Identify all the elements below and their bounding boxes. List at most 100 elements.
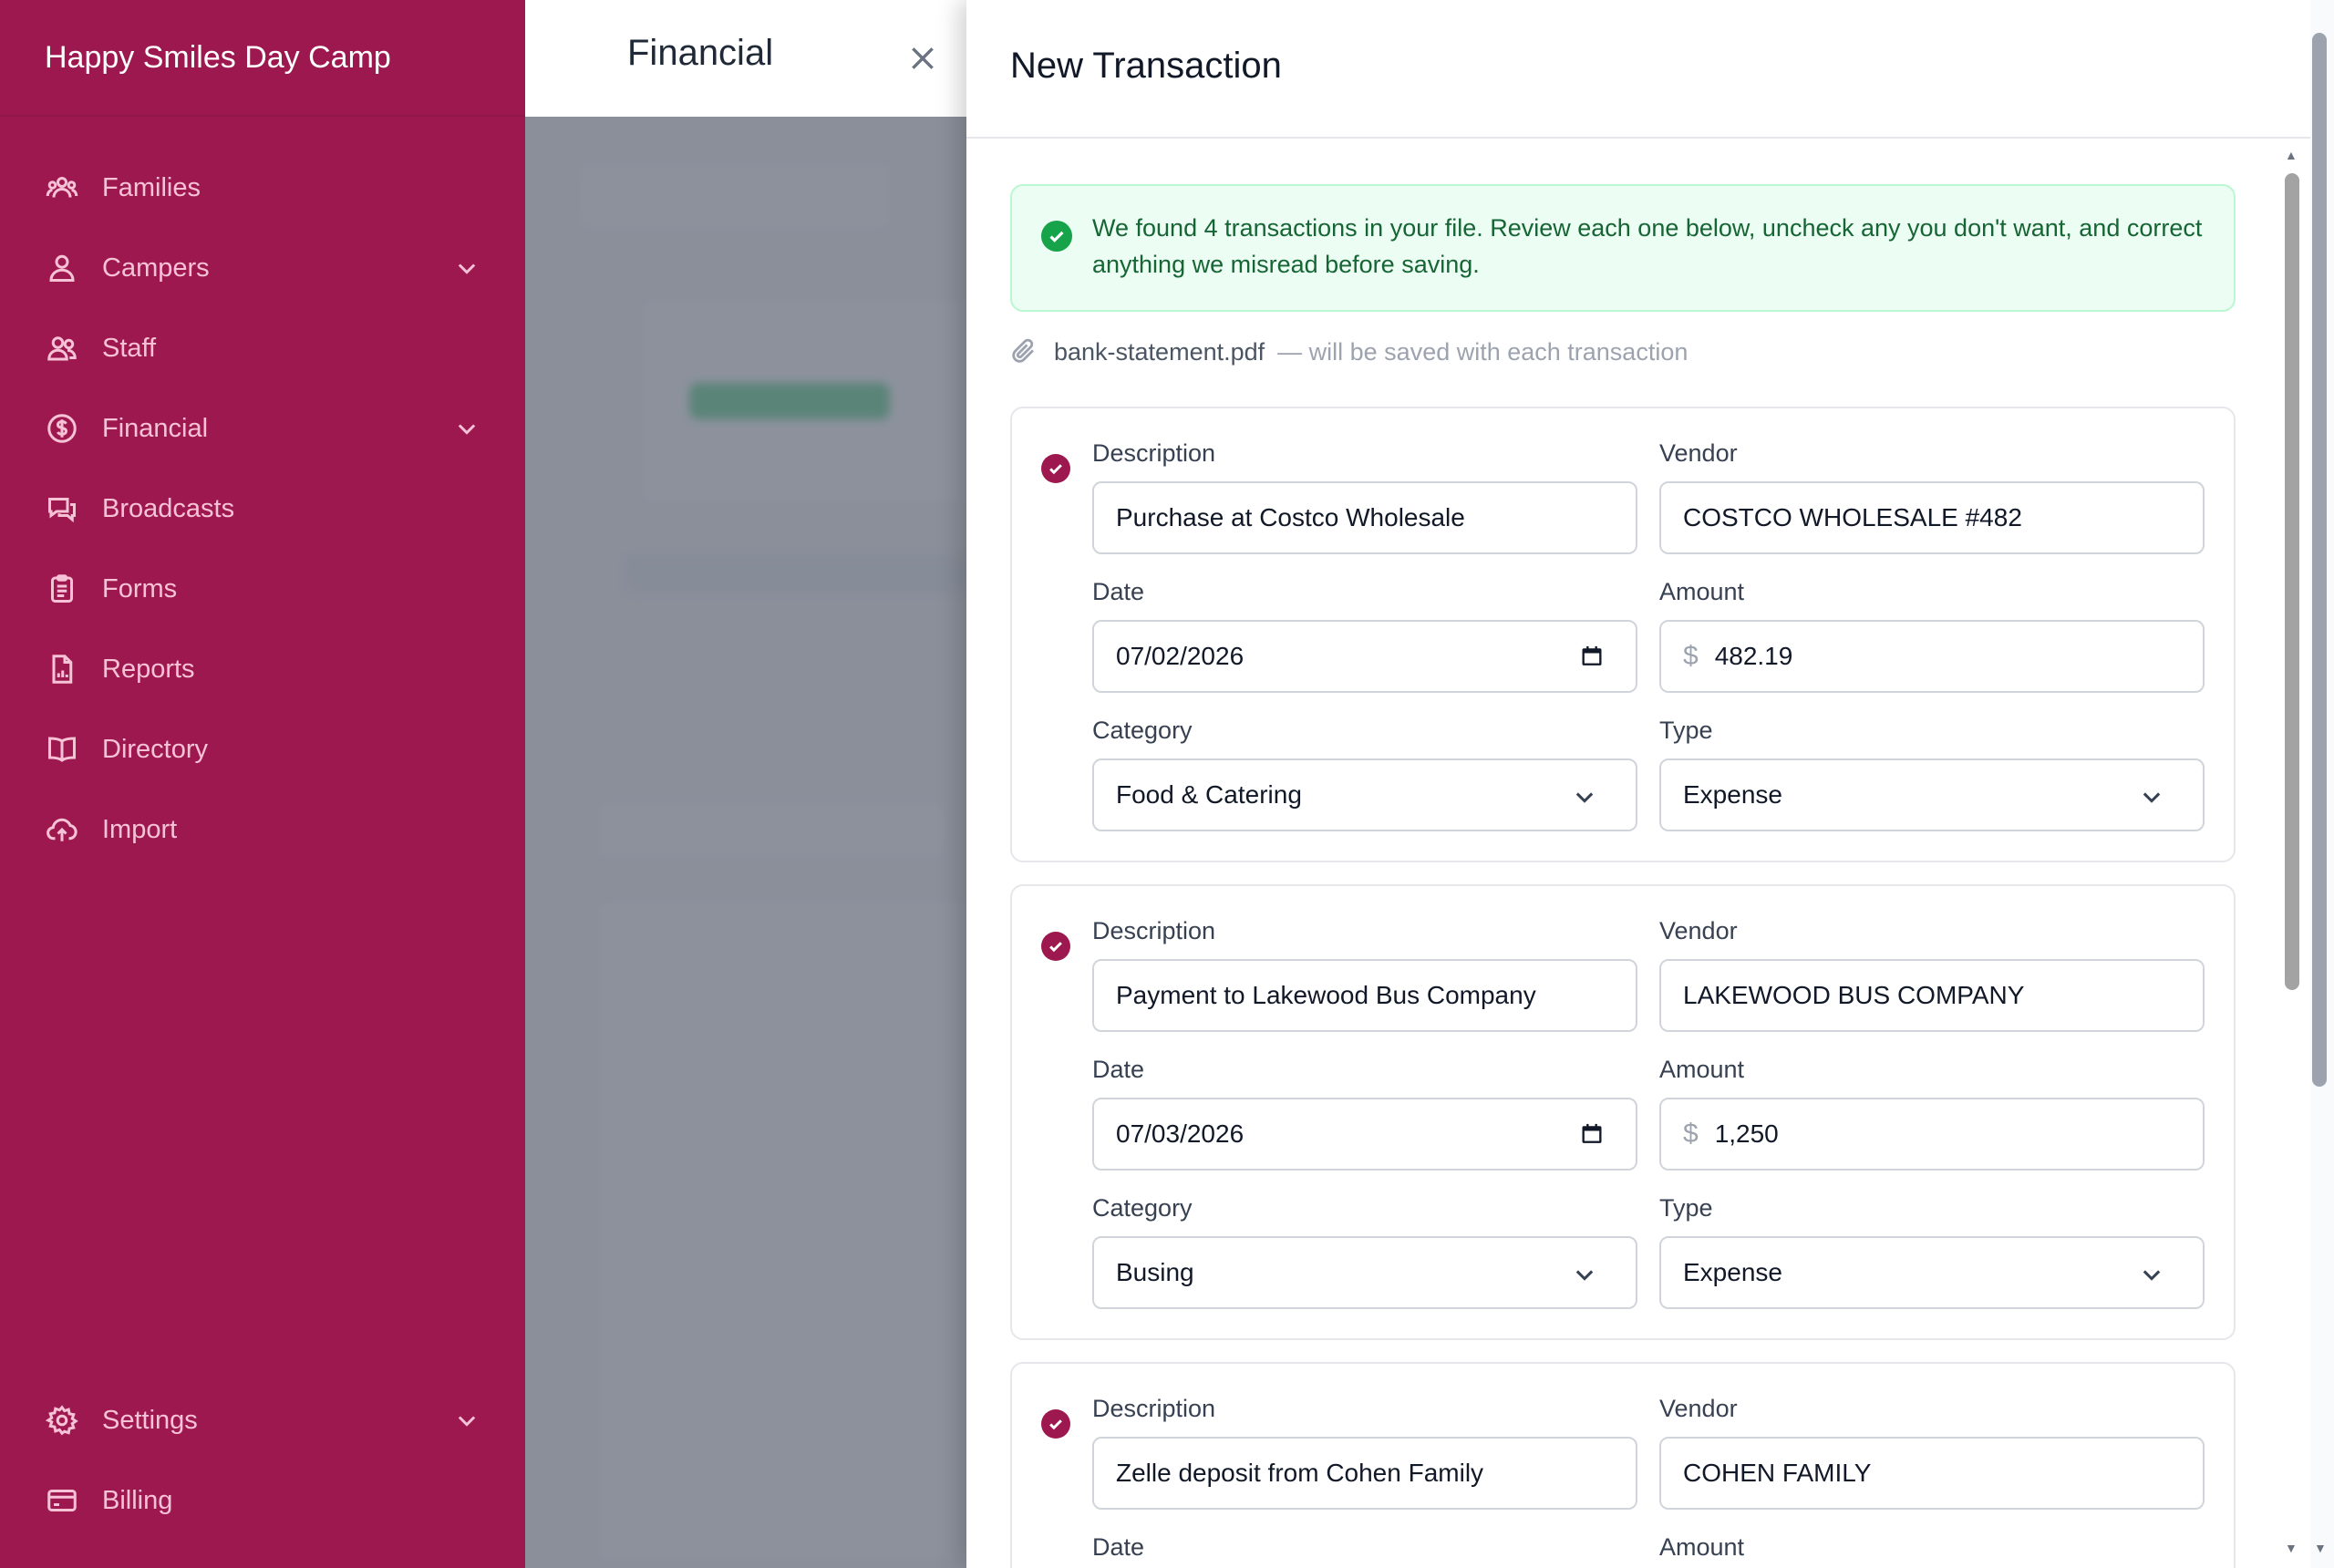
transaction-card: Description Vendor Payment to Lakewood B… xyxy=(1010,884,2236,1340)
sidebar-item-campers[interactable]: Campers xyxy=(0,239,525,297)
category-select[interactable]: Busing xyxy=(1092,1236,1637,1309)
category-label: Category xyxy=(1092,1194,1193,1222)
staff-icon xyxy=(44,330,80,366)
transaction-checkbox[interactable] xyxy=(1041,454,1070,483)
sidebar: Happy Smiles Day Camp Families Campers S… xyxy=(0,0,525,1568)
chevron-down-icon[interactable] xyxy=(454,1408,480,1433)
amount-label: Amount xyxy=(1659,578,1745,605)
paperclip-icon xyxy=(1010,337,1039,366)
sidebar-item-broadcasts[interactable]: Broadcasts xyxy=(0,480,525,538)
description-label: Description xyxy=(1092,1395,1216,1422)
alert-message: We found 4 transactions in your file. Re… xyxy=(1092,214,2203,278)
sidebar-item-label: Settings xyxy=(102,1405,198,1435)
scroll-down-icon[interactable]: ▼ xyxy=(2285,1541,2298,1555)
vendor-input[interactable]: LAKEWOOD BUS COMPANY xyxy=(1659,959,2205,1032)
page-title: Financial xyxy=(627,33,774,73)
sidebar-item-label: Broadcasts xyxy=(102,493,235,523)
date-label: Date xyxy=(1092,578,1145,605)
scroll-up-icon[interactable]: ▲ xyxy=(2285,148,2298,162)
dollar-icon xyxy=(44,410,80,447)
sidebar-item-label: Directory xyxy=(102,734,209,764)
chevron-down-icon xyxy=(2139,1262,2164,1287)
category-select[interactable]: Food & Catering xyxy=(1092,758,1637,831)
families-icon xyxy=(44,170,80,206)
chevron-down-icon[interactable] xyxy=(454,416,480,441)
chat-icon xyxy=(44,490,80,527)
success-alert: We found 4 transactions in your file. Re… xyxy=(1010,184,2236,312)
description-input[interactable]: Payment to Lakewood Bus Company xyxy=(1092,959,1637,1032)
attachment-row: bank-statement.pdf — will be saved with … xyxy=(1010,335,1688,368)
sidebar-item-label: Campers xyxy=(102,253,210,283)
credit-card-icon xyxy=(44,1482,80,1519)
date-label: Date xyxy=(1092,1056,1145,1083)
chevron-down-icon xyxy=(1572,784,1597,810)
sidebar-item-financial[interactable]: Financial xyxy=(0,399,525,458)
gear-icon xyxy=(44,1402,80,1439)
description-input[interactable]: Purchase at Costco Wholesale xyxy=(1092,481,1637,554)
calendar-icon[interactable] xyxy=(1579,1121,1606,1149)
description-input[interactable]: Zelle deposit from Cohen Family xyxy=(1092,1437,1637,1510)
sidebar-item-families[interactable]: Families xyxy=(0,159,525,217)
modal-backdrop[interactable] xyxy=(525,117,966,1568)
calendar-icon[interactable] xyxy=(1579,644,1606,671)
sidebar-item-directory[interactable]: Directory xyxy=(0,720,525,779)
attachment-filename[interactable]: bank-statement.pdf xyxy=(1054,338,1265,366)
vendor-label: Vendor xyxy=(1659,439,1738,467)
sidebar-item-billing[interactable]: Billing xyxy=(0,1471,525,1530)
clipboard-icon xyxy=(44,571,80,607)
currency-symbol: $ xyxy=(1683,641,1699,671)
check-circle-icon xyxy=(1041,221,1072,252)
chevron-down-icon xyxy=(1572,1262,1597,1287)
camper-icon xyxy=(44,250,80,286)
cloud-upload-icon xyxy=(44,811,80,848)
amount-input[interactable]: $ 482.19 xyxy=(1659,620,2205,693)
scroll-down-icon[interactable]: ▼ xyxy=(2314,1541,2327,1555)
inner-scrollbar-thumb[interactable] xyxy=(2285,173,2299,990)
vendor-input[interactable]: COHEN FAMILY xyxy=(1659,1437,2205,1510)
brand-name: Happy Smiles Day Camp xyxy=(0,0,525,117)
sidebar-item-label: Financial xyxy=(102,413,209,443)
sidebar-item-label: Forms xyxy=(102,573,178,603)
category-label: Category xyxy=(1092,717,1193,744)
sidebar-item-label: Import xyxy=(102,814,178,844)
transaction-card: Description Vendor Zelle deposit from Co… xyxy=(1010,1362,2236,1568)
date-label: Date xyxy=(1092,1533,1145,1561)
vendor-label: Vendor xyxy=(1659,1395,1738,1422)
currency-symbol: $ xyxy=(1683,1119,1699,1149)
vendor-input[interactable]: COSTCO WHOLESALE #482 xyxy=(1659,481,2205,554)
vendor-label: Vendor xyxy=(1659,917,1738,944)
panel-title: New Transaction xyxy=(1010,45,1282,86)
transaction-card: Description Vendor Purchase at Costco Wh… xyxy=(1010,407,2236,862)
type-select[interactable]: Expense xyxy=(1659,758,2205,831)
date-input[interactable]: 07/03/2026 xyxy=(1092,1098,1637,1171)
scrollbar-thumb[interactable] xyxy=(2312,33,2327,1087)
description-label: Description xyxy=(1092,439,1216,467)
sidebar-item-label: Billing xyxy=(102,1485,173,1515)
date-input[interactable]: 07/02/2026 xyxy=(1092,620,1637,693)
amount-label: Amount xyxy=(1659,1533,1745,1561)
type-select[interactable]: Expense xyxy=(1659,1236,2205,1309)
financial-page: Financial xyxy=(525,0,966,1568)
report-icon xyxy=(44,651,80,687)
description-label: Description xyxy=(1092,917,1216,944)
sidebar-item-forms[interactable]: Forms xyxy=(0,560,525,618)
sidebar-item-label: Families xyxy=(102,172,201,202)
sidebar-item-settings[interactable]: Settings xyxy=(0,1391,525,1449)
sidebar-item-label: Staff xyxy=(102,333,157,363)
page-header: Financial xyxy=(525,0,966,117)
sidebar-item-staff[interactable]: Staff xyxy=(0,319,525,377)
chevron-down-icon xyxy=(2139,784,2164,810)
transaction-checkbox[interactable] xyxy=(1041,932,1070,961)
book-icon xyxy=(44,731,80,768)
sidebar-item-reports[interactable]: Reports xyxy=(0,640,525,698)
type-label: Type xyxy=(1659,717,1713,744)
transaction-checkbox[interactable] xyxy=(1041,1409,1070,1439)
sidebar-item-label: Reports xyxy=(102,654,195,684)
attachment-note: — will be saved with each transaction xyxy=(1277,337,1689,366)
chevron-down-icon[interactable] xyxy=(454,255,480,281)
sidebar-item-import[interactable]: Import xyxy=(0,800,525,859)
amount-label: Amount xyxy=(1659,1056,1745,1083)
close-icon[interactable] xyxy=(908,44,937,73)
type-label: Type xyxy=(1659,1194,1713,1222)
amount-input[interactable]: $ 1,250 xyxy=(1659,1098,2205,1171)
